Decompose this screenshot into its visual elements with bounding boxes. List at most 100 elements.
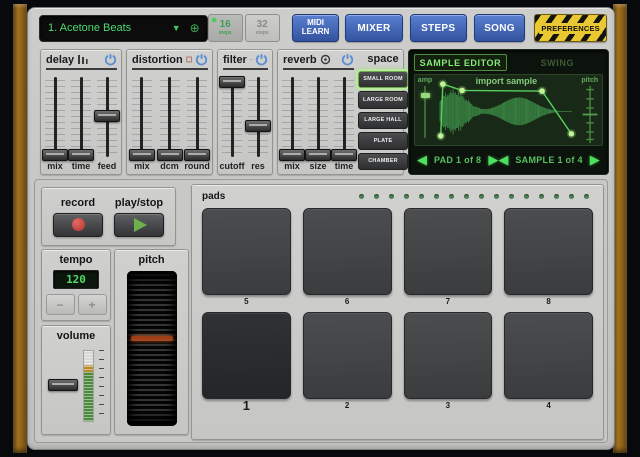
slider-label: mix — [134, 161, 150, 171]
space-plate-button[interactable]: PLATE — [358, 132, 408, 150]
slider-handle[interactable] — [331, 148, 357, 161]
reverb-header: reverb — [283, 53, 354, 70]
envelope-node[interactable] — [437, 133, 444, 139]
waveform-area[interactable]: import sample — [435, 75, 578, 145]
tempo-plus-button[interactable]: + — [77, 294, 107, 315]
transport-panel: record play/stop — [41, 187, 176, 246]
slider-handle[interactable] — [420, 93, 430, 99]
steps-32-button[interactable]: 32 steps — [244, 14, 280, 42]
pad-step-led — [464, 194, 469, 199]
sample-next-icon[interactable]: ▶ — [590, 153, 600, 166]
pad-5-number: 5 — [244, 297, 249, 306]
pad-7[interactable] — [403, 208, 493, 295]
space-large-room-button[interactable]: LARGE ROOM — [358, 91, 408, 109]
tempo-minus-button[interactable]: − — [45, 294, 75, 315]
preset-dropdown-icon[interactable]: ▼ — [172, 23, 190, 33]
slider-label: size — [309, 161, 327, 171]
envelope-node[interactable] — [539, 88, 545, 94]
preferences-button[interactable]: PREFERENCES — [534, 14, 607, 42]
sine-wave-icon — [249, 58, 252, 61]
slider-handle[interactable] — [68, 148, 94, 161]
distortion-mix-slider[interactable] — [128, 74, 155, 161]
pitch-ruler[interactable] — [581, 84, 599, 145]
waveform-display[interactable]: amp import sample pitch — [414, 74, 603, 146]
steps-button[interactable]: STEPS — [409, 14, 467, 42]
pad-6[interactable] — [302, 208, 392, 295]
pitch-control: pitch — [578, 75, 602, 145]
record-label: record — [60, 196, 96, 209]
filter-power-icon[interactable] — [255, 53, 268, 66]
space-large-hall-button[interactable]: LARGE HALL — [358, 111, 408, 130]
delay-power-icon[interactable] — [104, 53, 117, 66]
reverb-size-slider[interactable] — [305, 74, 331, 161]
slider-handle[interactable] — [128, 148, 155, 161]
pad-next-icon[interactable]: ▶ — [488, 153, 498, 166]
pad-step-led — [554, 194, 559, 199]
tab-sample-editor[interactable]: SAMPLE EDITOR — [414, 54, 507, 71]
slider-handle[interactable] — [305, 148, 331, 161]
pad-step-led — [389, 194, 394, 199]
pad-5[interactable] — [202, 208, 291, 295]
play-stop-button[interactable] — [114, 212, 164, 237]
reverb-sliders: mix size time — [278, 70, 358, 174]
pad-1[interactable] — [202, 312, 291, 399]
slider-handle[interactable] — [245, 120, 271, 133]
distortion-round-slider[interactable] — [184, 74, 211, 161]
filter-cutoff-slider[interactable] — [219, 74, 245, 160]
pad-step-led — [479, 194, 484, 199]
slider-handle[interactable] — [279, 148, 305, 161]
distortion-title: distortion — [132, 53, 183, 66]
pad-prev-icon[interactable]: ◀ — [417, 153, 427, 166]
pad-step-led — [374, 194, 379, 199]
mixer-button[interactable]: MIXER — [345, 14, 403, 42]
preset-display[interactable]: 1. Acetone Beats ▼ ⊕ — [39, 14, 208, 42]
sample-editor-panel: SAMPLE EDITOR SWING amp import sample pi… — [408, 49, 609, 175]
pad-cell: 6 — [302, 208, 392, 308]
pads-panel: pads 5 6 7 8 1 2 3 4 — [191, 184, 604, 440]
amp-slider[interactable] — [420, 86, 430, 138]
distortion-dcm-slider[interactable] — [156, 74, 183, 161]
pad-4[interactable] — [504, 312, 593, 399]
sample-prev-icon[interactable]: ◀ — [498, 153, 508, 166]
distortion-power-icon[interactable] — [195, 53, 208, 66]
space-small-room-button[interactable]: SMALL ROOM — [358, 71, 408, 89]
record-icon — [71, 218, 85, 231]
steps-32-label: steps — [255, 30, 269, 36]
slider-track — [168, 77, 171, 157]
envelope-node[interactable] — [568, 131, 575, 137]
reverb-mix-slider[interactable] — [279, 74, 305, 161]
record-button[interactable] — [53, 212, 103, 237]
pad-3[interactable] — [403, 312, 493, 399]
pad-cell: 5 — [202, 208, 291, 308]
steps-16-button[interactable]: 16 steps — [207, 14, 243, 42]
song-button[interactable]: SONG — [473, 14, 526, 42]
delay-time-slider[interactable] — [68, 74, 94, 161]
slider-handle[interactable] — [48, 379, 78, 391]
tempo-panel: tempo 120 − + — [41, 249, 111, 321]
slider-handle[interactable] — [94, 110, 120, 122]
reverb-time-slider[interactable] — [331, 74, 357, 161]
tab-swing[interactable]: SWING — [512, 54, 603, 71]
slider-track — [290, 77, 294, 157]
slider-handle[interactable] — [156, 148, 183, 161]
preset-name: 1. Acetone Beats — [48, 22, 132, 34]
pad-8[interactable] — [504, 208, 593, 295]
pitch-wheel[interactable] — [126, 271, 177, 426]
reverb-power-icon[interactable] — [341, 53, 354, 66]
pad-cell: 3 — [403, 312, 493, 412]
delay-feed-slider[interactable] — [94, 74, 120, 160]
space-chamber-button[interactable]: CHAMBER — [358, 152, 408, 171]
slider-handle[interactable] — [42, 148, 68, 161]
preset-add-icon[interactable]: ⊕ — [190, 21, 207, 35]
pitch-wheel-label: pitch — [138, 254, 165, 266]
import-sample-label[interactable]: import sample — [435, 76, 578, 86]
slider-track — [53, 77, 57, 157]
envelope-node[interactable] — [459, 87, 465, 94]
midi-learn-button[interactable]: MIDI LEARN — [291, 14, 340, 42]
slider-handle[interactable] — [184, 148, 211, 161]
filter-res-slider[interactable] — [245, 74, 271, 160]
delay-mix-slider[interactable] — [42, 74, 68, 161]
slider-handle[interactable] — [219, 75, 245, 88]
pad-2[interactable] — [302, 312, 392, 399]
slider-label: mix — [47, 161, 63, 171]
